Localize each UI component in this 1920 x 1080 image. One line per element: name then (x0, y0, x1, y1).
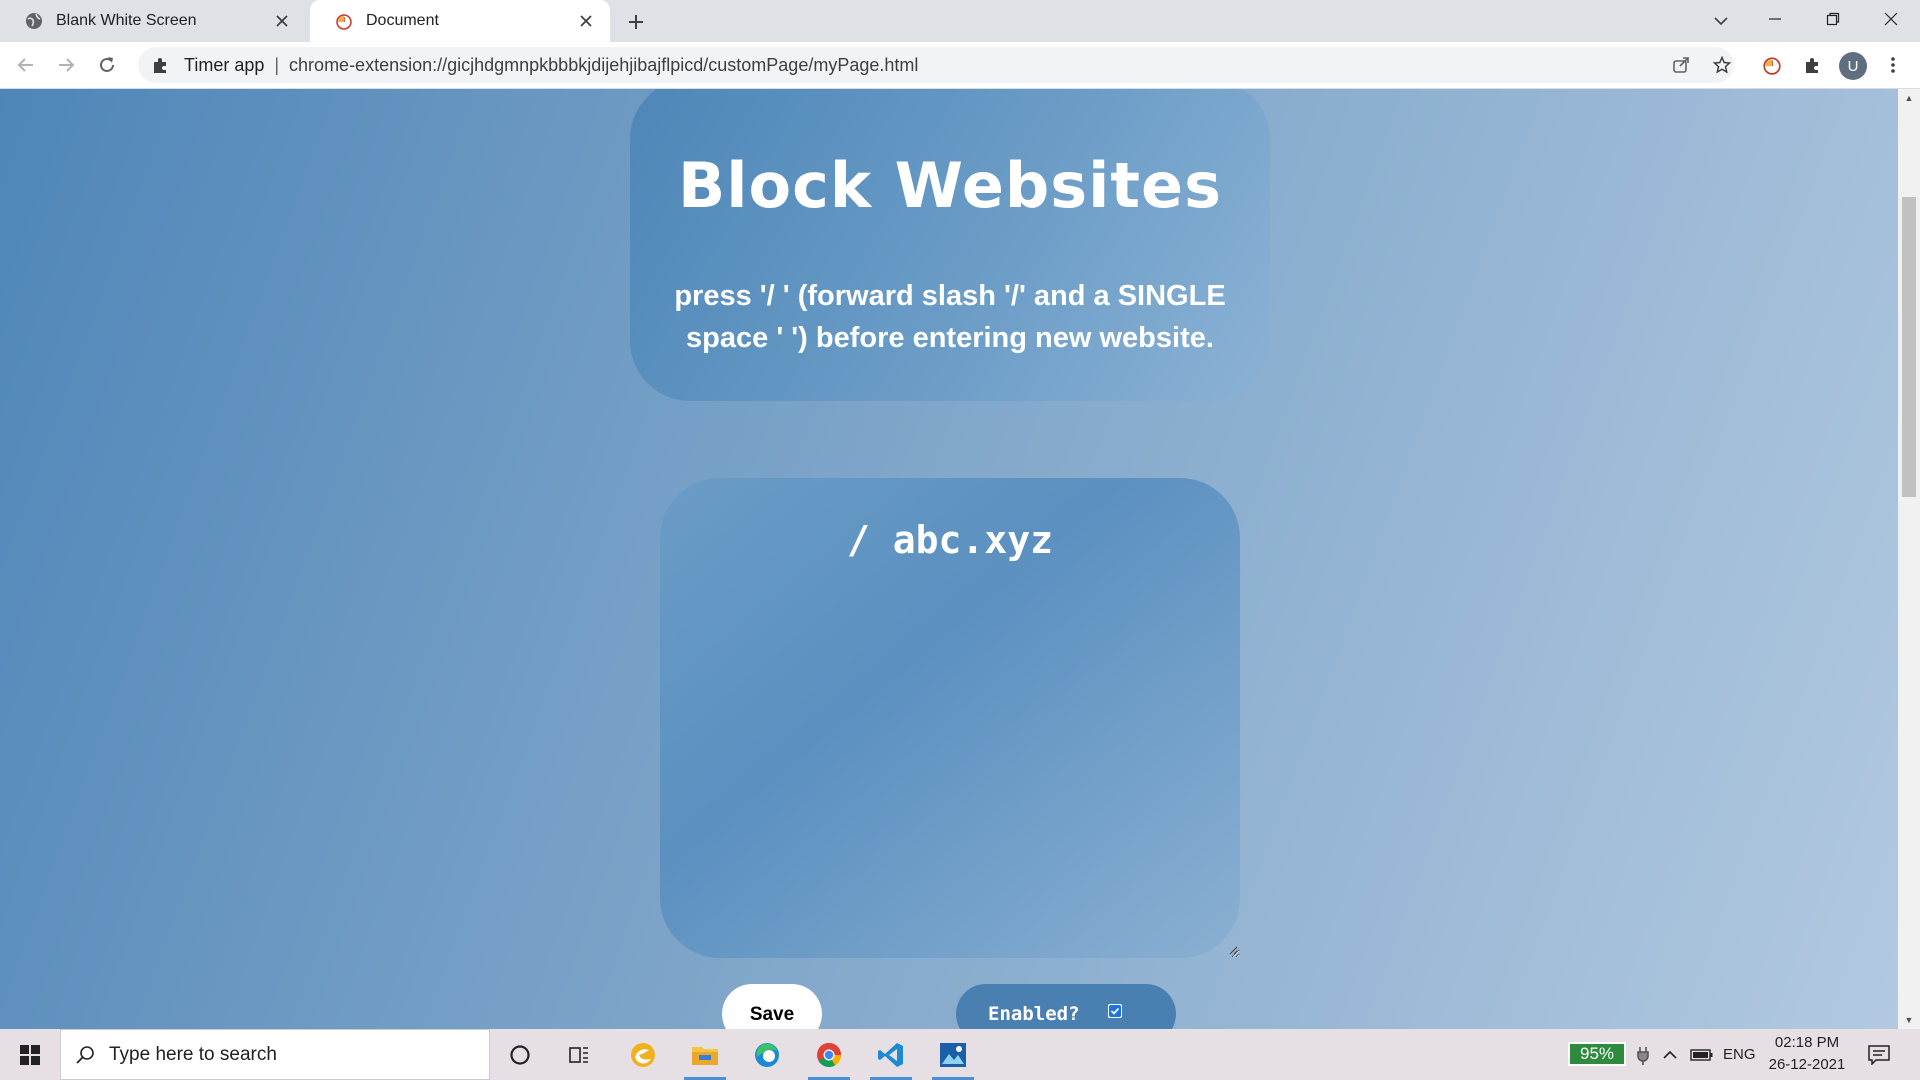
clock-time: 02:18 PM (1774, 1034, 1840, 1051)
tab-document[interactable]: Document (310, 0, 610, 42)
battery-percent-badge: 95% (1568, 1042, 1626, 1066)
close-window-icon[interactable] (1862, 0, 1920, 38)
notifications-icon[interactable] (1868, 1029, 1890, 1080)
restore-icon[interactable] (1804, 0, 1862, 38)
vscode-icon[interactable] (862, 1029, 920, 1080)
language-indicator[interactable]: ENG (1723, 1029, 1756, 1080)
windows-taskbar: Type here to search 95% ENG 02:18 PM 26-… (0, 1029, 1920, 1080)
close-icon[interactable] (574, 9, 598, 33)
scroll-up-arrow-icon[interactable]: ▲ (1898, 89, 1920, 107)
close-icon[interactable] (270, 9, 294, 33)
enabled-toggle-pill: Enabled? (956, 984, 1176, 1029)
enabled-checkbox[interactable] (1107, 1004, 1122, 1018)
new-tab-button[interactable] (622, 8, 650, 36)
windows-start-icon[interactable] (0, 1029, 60, 1080)
scroll-down-arrow-icon[interactable]: ▼ (1898, 1011, 1920, 1029)
tab-strip: Blank White Screen Document (0, 0, 1920, 42)
search-icon (75, 1045, 95, 1065)
file-explorer-icon[interactable] (676, 1029, 734, 1080)
reload-icon[interactable] (91, 49, 123, 81)
tab-blank-white-screen[interactable]: Blank White Screen (0, 0, 306, 42)
cortana-circle-icon[interactable] (491, 1029, 549, 1080)
extension-name-chip: Timer app (184, 54, 265, 75)
tab-search-chevron-icon[interactable] (1706, 6, 1736, 36)
globe-icon (24, 11, 44, 31)
address-bar[interactable]: Timer app | chrome-extension://gicjhdgmn… (138, 47, 1734, 83)
enabled-label: Enabled? (988, 1003, 1080, 1025)
timer-extension-icon[interactable] (1756, 49, 1788, 81)
save-button[interactable]: Save (722, 984, 822, 1029)
plug-icon (1636, 1029, 1650, 1080)
save-button-label: Save (749, 1004, 795, 1025)
search-placeholder: Type here to search (109, 1043, 277, 1065)
battery-icon[interactable] (1690, 1029, 1714, 1080)
timer-app-icon (334, 11, 354, 31)
scrollbar-thumb[interactable] (1902, 197, 1916, 497)
profile-avatar[interactable]: U (1839, 52, 1867, 80)
url-text[interactable]: chrome-extension://gicjhdgmnpkbbbkjdijeh… (289, 55, 918, 76)
kebab-menu-icon[interactable] (1877, 49, 1909, 81)
minimize-icon[interactable] (1746, 0, 1804, 38)
instructions-text: press '/ ' (forward slash '/' and a SING… (674, 280, 1226, 354)
share-icon[interactable] (1665, 49, 1697, 81)
show-hidden-icons-chevron-icon[interactable] (1662, 1029, 1678, 1080)
bookmark-star-icon[interactable] (1706, 49, 1738, 81)
page-title: Block Websites (677, 149, 1223, 222)
resize-grip-icon[interactable] (1228, 945, 1238, 955)
blocked-sites-textarea[interactable] (660, 478, 1240, 958)
photos-icon[interactable] (924, 1029, 982, 1080)
window-controls (1746, 0, 1920, 42)
chrome-icon[interactable] (800, 1029, 858, 1080)
tab-title: Document (366, 12, 439, 29)
edge-legacy-icon[interactable] (614, 1029, 672, 1080)
header-card: Block Websites press '/ ' (forward slash… (630, 89, 1270, 401)
back-arrow-icon[interactable] (10, 49, 42, 81)
forward-arrow-icon[interactable] (50, 49, 82, 81)
task-view-icon[interactable] (550, 1029, 608, 1080)
extensions-puzzle-icon[interactable] (1796, 49, 1828, 81)
vertical-scrollbar[interactable]: ▲ ▼ (1898, 89, 1920, 1029)
edge-browser-icon[interactable] (738, 1029, 796, 1080)
taskbar-search-box[interactable]: Type here to search (60, 1029, 490, 1080)
clock-date: 26-12-2021 (1768, 1056, 1846, 1073)
browser-toolbar: Timer app | chrome-extension://gicjhdgmn… (0, 42, 1920, 89)
page-content: Block Websites press '/ ' (forward slash… (0, 89, 1898, 1029)
taskbar-clock[interactable]: 02:18 PM 26-12-2021 (1762, 1032, 1852, 1076)
tab-title: Blank White Screen (56, 12, 197, 29)
puzzle-piece-icon (150, 55, 170, 75)
url-separator: | (274, 54, 280, 75)
